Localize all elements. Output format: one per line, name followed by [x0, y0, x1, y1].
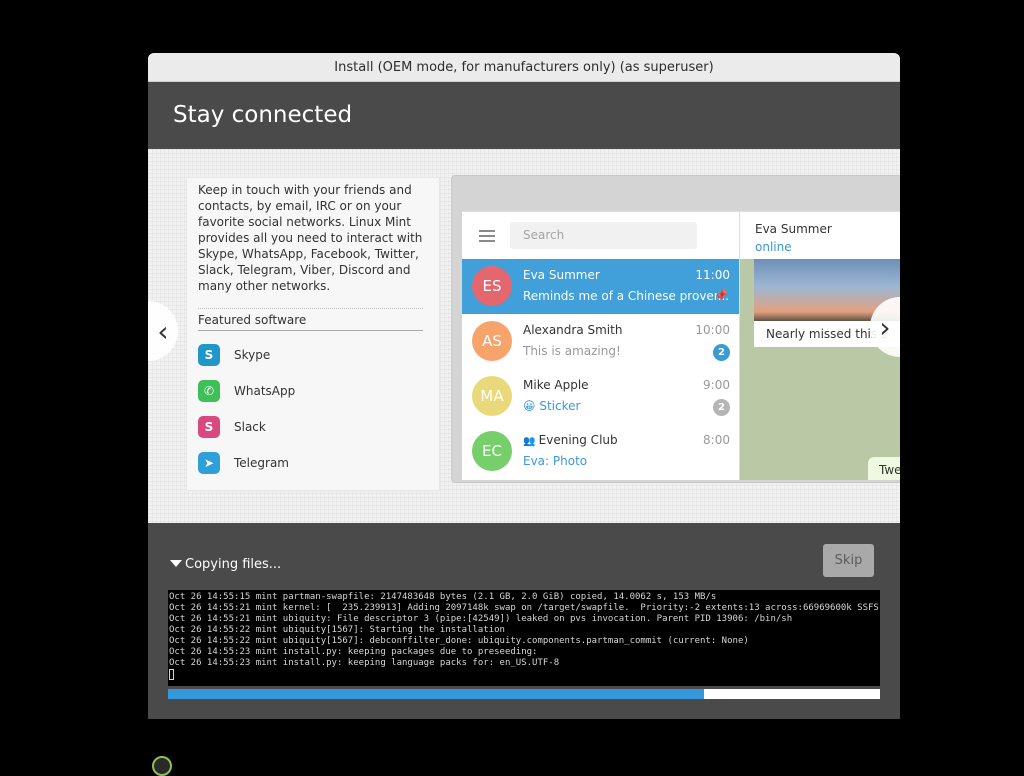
chat-name-text: Eva Summer	[523, 268, 600, 282]
search-field: Search	[510, 222, 697, 249]
avatar: AS	[472, 321, 512, 361]
log-line: Oct 26 14:55:23 mint install.py: keeping…	[169, 647, 538, 657]
conversation-status: online	[755, 240, 792, 254]
chat-list-pane: Search ES Eva Summer 11:00 Reminds me of a …	[462, 212, 740, 480]
log-line: Oct 26 14:55:22 mint ubiquity[1567]: deb…	[169, 636, 749, 646]
chevron-left-icon: ‹	[157, 314, 169, 348]
progress-bar-fill	[168, 689, 705, 699]
group-icon: 👥	[523, 436, 539, 447]
slack-icon: S	[198, 416, 220, 438]
chat-preview: This is amazing!	[523, 344, 621, 358]
chat-preview: Reminds me of a Chinese prover...	[523, 289, 730, 303]
featured-app-label: Telegram	[234, 456, 289, 470]
featured-app-label: WhatsApp	[234, 384, 296, 398]
outgoing-message-bubble: Twe	[868, 457, 900, 480]
chat-item: EC 👥 Evening Club 8:00 Eva: Photo	[462, 424, 739, 479]
skype-icon: S	[198, 344, 220, 366]
log-line: Oct 26 14:55:21 mint ubiquity: File desc…	[169, 614, 793, 624]
featured-app-label: Skype	[234, 348, 271, 362]
chat-name-text: Mike Apple	[523, 378, 589, 392]
slide-text-panel: Keep in touch with your friends and cont…	[186, 177, 440, 491]
telegram-window: Search ES Eva Summer 11:00 Reminds me of a …	[462, 211, 900, 480]
chevron-right-icon: ›	[879, 310, 891, 344]
featured-apps-list: S Skype ✆ WhatsApp S Slack ➤ Telegram	[198, 337, 439, 481]
log-line: Oct 26 14:55:23 mint install.py: keeping…	[169, 658, 560, 668]
chat-item: MA Mike Apple 9:00 😀 Sticker 2	[462, 369, 739, 424]
chat-item: AS Alexandra Smith 10:00 This is amazing! 2	[462, 314, 739, 369]
chat-item: ES Eva Summer 11:00 Reminds me of a Chinese…	[462, 259, 739, 314]
featured-app-whatsapp: ✆ WhatsApp	[198, 373, 439, 409]
chat-time: 9:00	[703, 378, 730, 392]
featured-app-label: Slack	[234, 420, 266, 434]
featured-app-skype: S Skype	[198, 337, 439, 373]
log-line: Oct 26 14:55:21 mint kernel: [ 235.23991…	[169, 603, 879, 613]
page-title: Stay connected	[148, 82, 900, 150]
skip-button[interactable]: Skip	[823, 544, 874, 577]
whatsapp-icon: ✆	[198, 380, 220, 402]
chat-name: Alexandra Smith	[523, 323, 622, 337]
install-log-terminal[interactable]: Oct 26 14:55:15 mint partman-swapfile: 2…	[168, 590, 880, 686]
conversation-body: Nearly missed this s Twe	[740, 259, 900, 480]
slide-description: Keep in touch with your friends and cont…	[198, 183, 423, 293]
installer-window: Install (OEM mode, for manufacturers onl…	[148, 53, 900, 719]
log-line: Oct 26 14:55:22 mint ubiquity[1567]: Sta…	[169, 625, 505, 635]
conversation-name: Eva Summer	[755, 222, 832, 236]
chat-time: 11:00	[695, 268, 730, 282]
mint-tray-icon[interactable]	[152, 756, 172, 776]
previous-slide-button[interactable]: ‹	[148, 301, 178, 361]
expander-triangle-icon	[170, 560, 182, 567]
unread-badge: 2	[713, 399, 730, 416]
chat-preview: 😀 Sticker	[523, 399, 581, 413]
chat-name: Eva Summer	[523, 268, 600, 282]
avatar: ES	[472, 266, 512, 306]
chat-time: 10:00	[695, 323, 730, 337]
featured-app-slack: S Slack	[198, 409, 439, 445]
window-title: Install (OEM mode, for manufacturers onl…	[148, 53, 900, 82]
progress-section: Copying files... Skip Oct 26 14:55:15 mi…	[148, 523, 900, 719]
menu-icon	[479, 230, 495, 245]
pin-icon: 📌	[714, 289, 728, 302]
chat-preview: Eva: Photo	[523, 454, 588, 468]
featured-software-heading: Featured software	[198, 308, 423, 331]
terminal-cursor	[169, 669, 174, 680]
telegram-icon: ➤	[198, 452, 220, 474]
copying-files-expander[interactable]: Copying files...	[170, 557, 281, 572]
avatar: MA	[472, 376, 512, 416]
featured-app-telegram: ➤ Telegram	[198, 445, 439, 481]
log-line: Oct 26 14:55:15 mint partman-swapfile: 2…	[169, 592, 717, 602]
install-progress-bar	[168, 689, 880, 699]
telegram-screenshot: Search ES Eva Summer 11:00 Reminds me of a …	[451, 175, 900, 483]
chat-name: Mike Apple	[523, 378, 589, 392]
unread-badge: 2	[713, 344, 730, 361]
chat-list: ES Eva Summer 11:00 Reminds me of a Chinese…	[462, 259, 739, 479]
chat-name: 👥 Evening Club	[523, 433, 618, 447]
chat-name-text: Alexandra Smith	[523, 323, 623, 337]
copying-files-label: Copying files...	[185, 557, 282, 572]
avatar: EC	[472, 431, 512, 471]
chat-time: 8:00	[703, 433, 730, 447]
chat-name-text: Evening Club	[538, 433, 618, 447]
slideshow: Keep in touch with your friends and cont…	[148, 149, 900, 523]
